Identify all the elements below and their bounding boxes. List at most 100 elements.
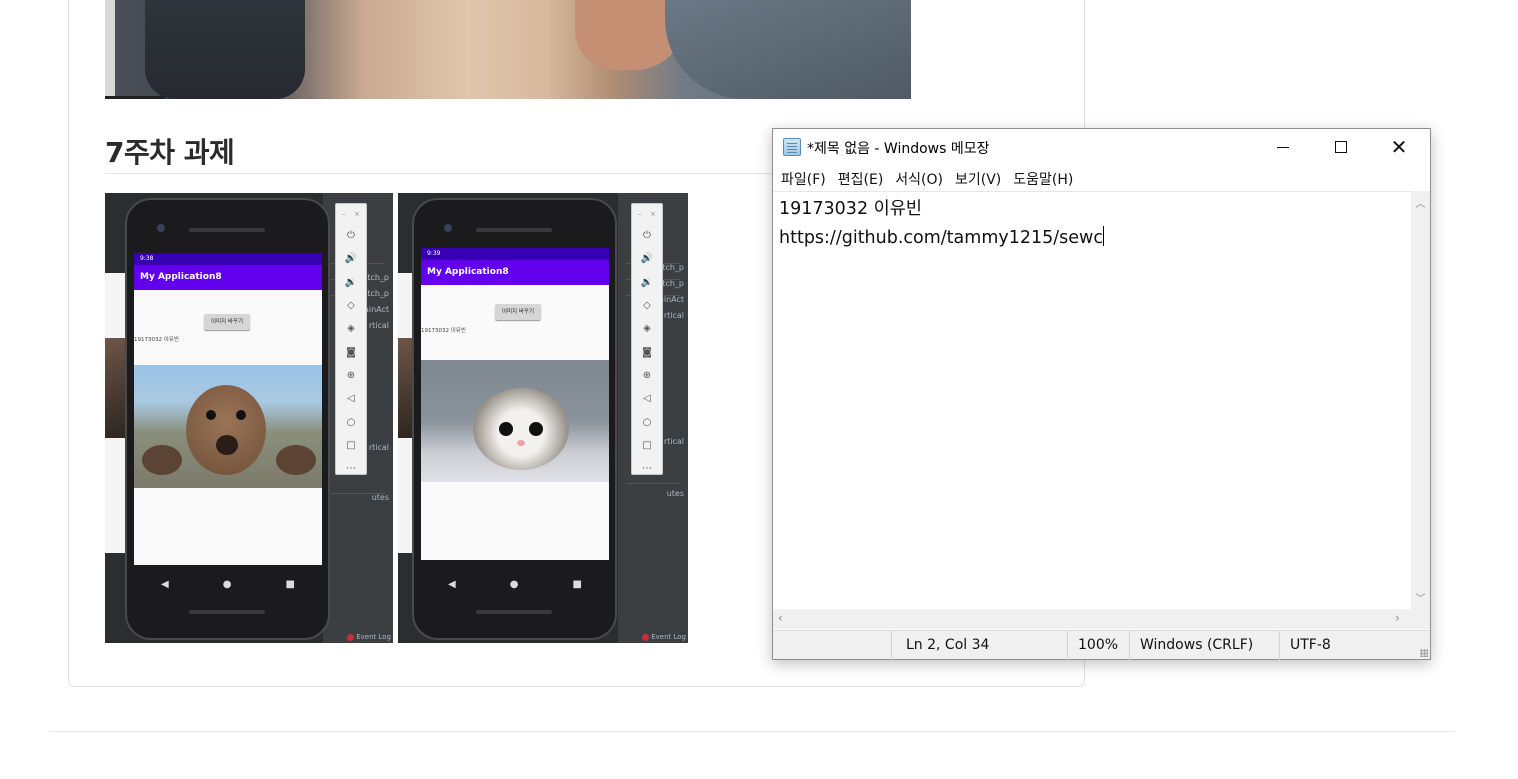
close-icon: ✕	[1390, 135, 1408, 159]
event-log[interactable]: Event Log	[347, 633, 391, 641]
rotate-right-icon[interactable]: ◈	[632, 317, 662, 340]
error-icon	[642, 633, 650, 641]
event-log[interactable]: Event Log	[642, 633, 686, 641]
minimize-icon[interactable]: –	[342, 210, 346, 218]
home-icon[interactable]: ●	[223, 579, 232, 590]
phone-frame: 9:39 My Application8 이미지 바꾸기 19173032 이유…	[412, 198, 617, 640]
phone-chin	[189, 610, 265, 614]
ide-label: rtical	[368, 443, 389, 452]
top-photo	[105, 0, 911, 99]
more-icon[interactable]: ⋯	[336, 457, 366, 480]
speaker-grille	[189, 228, 265, 232]
quokka-paw	[276, 445, 316, 475]
emulator-toolbar: – × ⏻ 🔊 🔉 ◇ ◈ ◙ ⊕ ◁ ○ □ ⋯	[631, 203, 663, 475]
overview-icon[interactable]: □	[336, 434, 366, 457]
minimize-icon	[1277, 146, 1289, 148]
menu-edit[interactable]: 편집(E)	[832, 167, 890, 189]
zoom-icon[interactable]: ⊕	[336, 364, 366, 387]
volume-up-icon[interactable]: 🔊	[336, 247, 366, 270]
cat-eye	[499, 422, 513, 436]
home-icon[interactable]: ○	[632, 410, 662, 433]
phone-frame: 9:38 My Application8 이미지 바꾸기 19173032 이유…	[125, 198, 330, 640]
minimize-button[interactable]	[1254, 129, 1312, 165]
menu-help[interactable]: 도움말(H)	[1007, 167, 1079, 189]
text-line-1: 19173032 이유빈	[779, 199, 922, 219]
rotate-left-icon[interactable]: ◇	[336, 294, 366, 317]
zoom-icon[interactable]: ⊕	[632, 364, 662, 387]
title-divider	[105, 173, 773, 174]
recents-icon[interactable]: ■	[573, 579, 582, 590]
quokka-body	[186, 385, 266, 475]
scroll-right-icon[interactable]: ›	[1395, 611, 1400, 625]
screenshot-icon[interactable]: ◙	[336, 340, 366, 363]
toolbar-header: – ×	[632, 204, 662, 224]
ide-label: rtical	[368, 321, 389, 330]
recents-icon[interactable]: ■	[286, 579, 295, 590]
error-icon	[347, 633, 355, 641]
app-bar-title: My Application8	[134, 265, 322, 290]
photo-shirt	[665, 0, 911, 99]
horizontal-scrollbar[interactable]: ‹ ›	[773, 609, 1411, 629]
volume-down-icon[interactable]: 🔉	[336, 271, 366, 294]
ide-label: ainAct	[363, 305, 389, 314]
quokka-image	[134, 365, 322, 488]
change-image-button[interactable]: 이미지 바꾸기	[204, 314, 250, 330]
rotate-right-icon[interactable]: ◈	[336, 317, 366, 340]
student-text: 19173032 이유빈	[421, 328, 466, 334]
scroll-left-icon[interactable]: ‹	[778, 611, 783, 625]
title-bar[interactable]: *제목 없음 - Windows 메모장 ✕	[773, 129, 1430, 165]
camera-icon	[157, 224, 165, 232]
camera-icon	[444, 224, 452, 232]
back-icon[interactable]: ◀	[161, 579, 169, 590]
home-icon[interactable]: ●	[510, 579, 519, 590]
photo-pole	[105, 0, 115, 99]
resize-grip-icon[interactable]	[1420, 649, 1428, 657]
volume-down-icon[interactable]: 🔉	[632, 271, 662, 294]
status-bar: 9:38	[134, 253, 322, 265]
toolbar-header: – ×	[336, 204, 366, 224]
menu-format[interactable]: 서식(O)	[889, 167, 949, 189]
power-icon[interactable]: ⏻	[336, 224, 366, 247]
back-icon[interactable]: ◀	[448, 579, 456, 590]
back-icon[interactable]: ◁	[632, 387, 662, 410]
text-editor[interactable]: 19173032 이유빈 https://github.com/tammy121…	[773, 191, 1411, 609]
close-button[interactable]: ✕	[1370, 129, 1428, 165]
overview-icon[interactable]: □	[632, 434, 662, 457]
cat-eye	[529, 422, 543, 436]
photo-floor	[105, 96, 165, 99]
volume-up-icon[interactable]: 🔊	[632, 247, 662, 270]
close-icon[interactable]: ×	[354, 210, 360, 218]
status-time: 9:39	[427, 250, 441, 257]
scrollbar-corner	[1411, 609, 1430, 629]
phone-screen: 9:39 My Application8 이미지 바꾸기 19173032 이유…	[421, 248, 609, 560]
phone-chin	[476, 610, 552, 614]
cat-nose	[517, 440, 525, 446]
home-icon[interactable]: ○	[336, 410, 366, 433]
close-icon[interactable]: ×	[650, 210, 656, 218]
menu-view[interactable]: 보기(V)	[949, 167, 1007, 189]
footer-divider	[49, 731, 1455, 732]
maximize-button[interactable]	[1312, 129, 1370, 165]
student-text: 19173032 이유빈	[134, 337, 179, 343]
notepad-icon	[783, 138, 801, 156]
section-title: 7주차 과제	[105, 136, 235, 169]
more-icon[interactable]: ⋯	[632, 457, 662, 480]
scroll-up-icon[interactable]: ︿	[1411, 195, 1430, 210]
encoding: UTF-8	[1279, 631, 1430, 660]
text-line-2-wrap: https://github.com/tammy1215/sewc	[779, 224, 1405, 253]
screenshot-icon[interactable]: ◙	[632, 340, 662, 363]
android-nav-bar: ◀ ● ■	[421, 568, 609, 600]
vertical-scrollbar[interactable]: ︿ ﹀	[1411, 191, 1430, 609]
maximize-icon	[1335, 141, 1347, 153]
quokka-mouth	[216, 435, 238, 455]
emulator-screenshot-2: atch_p atch_p ainAct rtical rtical utes …	[398, 193, 688, 643]
menu-file[interactable]: 파일(F)	[775, 167, 832, 189]
change-image-button[interactable]: 이미지 바꾸기	[495, 304, 541, 320]
minimize-icon[interactable]: –	[638, 210, 642, 218]
rotate-left-icon[interactable]: ◇	[632, 294, 662, 317]
ide-label: utes	[666, 489, 684, 498]
scroll-down-icon[interactable]: ﹀	[1411, 590, 1430, 605]
cat-head	[473, 388, 569, 470]
back-icon[interactable]: ◁	[336, 387, 366, 410]
power-icon[interactable]: ⏻	[632, 224, 662, 247]
